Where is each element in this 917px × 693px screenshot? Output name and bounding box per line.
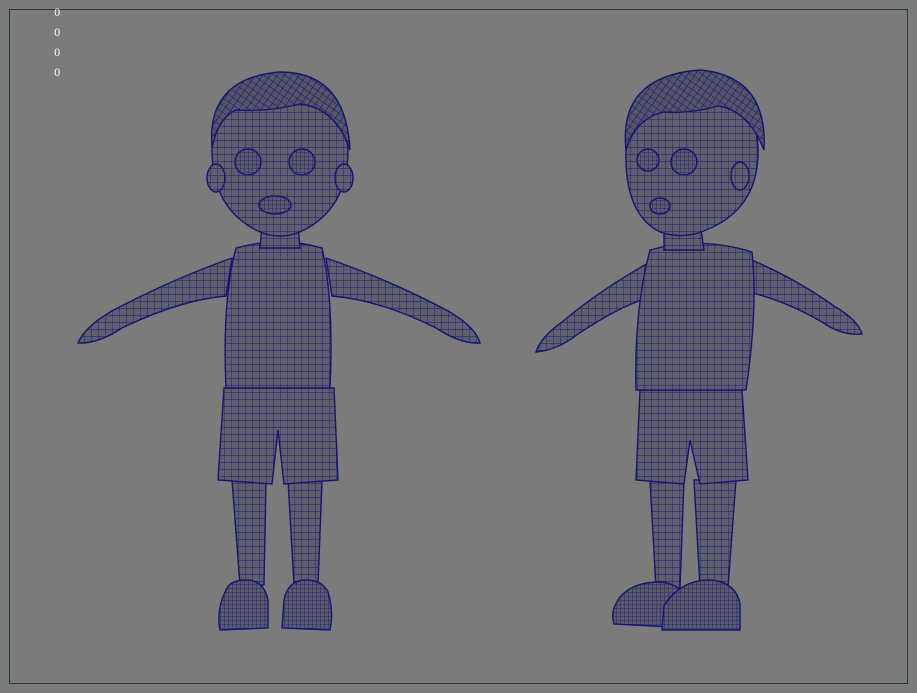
wireframe-scene xyxy=(76,69,863,631)
maya-viewport[interactable]: 0 0 0 0 xyxy=(0,0,917,693)
character-front-view[interactable] xyxy=(76,71,481,631)
character-three-quarter-view[interactable] xyxy=(535,69,863,631)
